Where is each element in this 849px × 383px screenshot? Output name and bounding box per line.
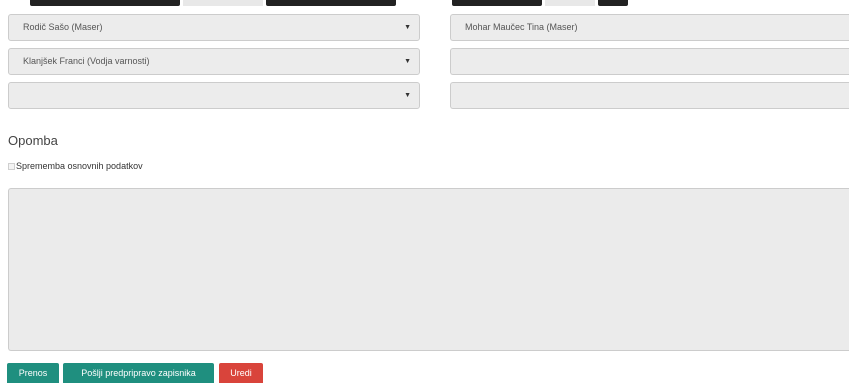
clipped-pill	[545, 0, 595, 6]
participant-field-3[interactable]	[450, 82, 849, 109]
clipped-pill	[183, 0, 263, 6]
note-textarea[interactable]	[8, 188, 849, 351]
participant-select-1-value: Rodič Sašo (Maser)	[23, 22, 103, 32]
participant-select-2-value: Klanjšek Franci (Vodja varnosti)	[23, 56, 150, 66]
participant-select-3[interactable]: ▼	[8, 82, 420, 109]
participant-field-2[interactable]	[450, 48, 849, 75]
clipped-text-fragment	[30, 0, 180, 6]
clipped-top-strip	[0, 0, 849, 6]
note-heading: Opomba	[8, 133, 58, 148]
basic-data-change-checkbox[interactable]	[8, 162, 15, 170]
caret-down-icon: ▼	[404, 24, 411, 31]
participant-select-2[interactable]: Klanjšek Franci (Vodja varnosti) ▼	[8, 48, 420, 75]
participant-field-1-value: Mohar Maučec Tina (Maser)	[465, 22, 578, 32]
caret-down-icon: ▼	[404, 58, 411, 65]
basic-data-change-row[interactable]: Sprememba osnovnih podatkov	[8, 161, 143, 171]
edit-button[interactable]: Uredi	[219, 363, 263, 383]
prenos-button[interactable]: Prenos	[7, 363, 59, 383]
clipped-text-fragment	[266, 0, 396, 6]
clipped-text-fragment	[598, 0, 628, 6]
participant-field-1[interactable]: Mohar Maučec Tina (Maser)	[450, 14, 849, 41]
send-draft-minutes-button[interactable]: Pošlji predpripravo zapisnika	[63, 363, 214, 383]
participant-select-1[interactable]: Rodič Sašo (Maser) ▼	[8, 14, 420, 41]
caret-down-icon: ▼	[404, 92, 411, 99]
clipped-text-fragment	[452, 0, 542, 6]
basic-data-change-label: Sprememba osnovnih podatkov	[16, 161, 143, 171]
